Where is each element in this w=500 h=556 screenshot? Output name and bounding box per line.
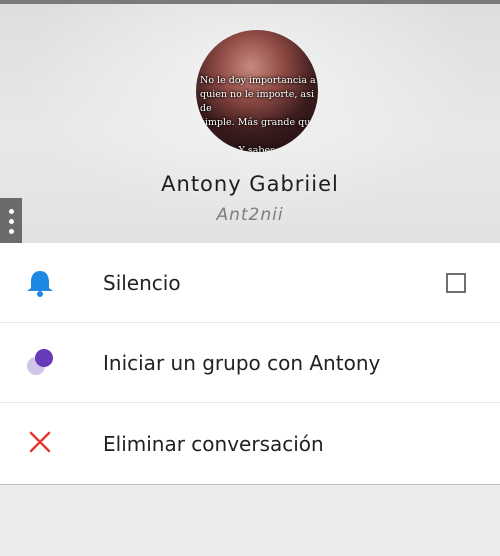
menu-item-start-group[interactable]: Iniciar un grupo con Antony xyxy=(0,323,500,403)
avatar-quote: No le doy importancia a quien no le impo… xyxy=(200,75,316,152)
more-options-handle[interactable] xyxy=(0,198,22,244)
menu-item-delete-conversation[interactable]: Eliminar conversación xyxy=(0,403,500,484)
more-dot-icon xyxy=(8,208,14,214)
bell-icon xyxy=(24,269,56,297)
menu-item-label: Eliminar conversación xyxy=(103,431,324,456)
profile-name: Antony Gabriiel xyxy=(161,172,339,196)
more-dot-icon xyxy=(8,218,14,224)
close-icon xyxy=(24,429,56,457)
profile-header: No le doy importancia a quien no le impo… xyxy=(0,0,500,243)
group-icon xyxy=(24,349,56,377)
menu-item-label: Iniciar un grupo con Antony xyxy=(103,350,381,375)
menu-item-label: Silencio xyxy=(103,270,181,295)
more-dot-icon xyxy=(8,228,14,234)
options-menu: Silencio Iniciar un grupo con Antony Eli… xyxy=(0,243,500,485)
avatar[interactable]: No le doy importancia a quien no le impo… xyxy=(196,30,318,152)
silence-checkbox[interactable] xyxy=(446,273,466,293)
profile-username: Ant2nii xyxy=(216,205,284,225)
menu-item-silence[interactable]: Silencio xyxy=(0,243,500,323)
